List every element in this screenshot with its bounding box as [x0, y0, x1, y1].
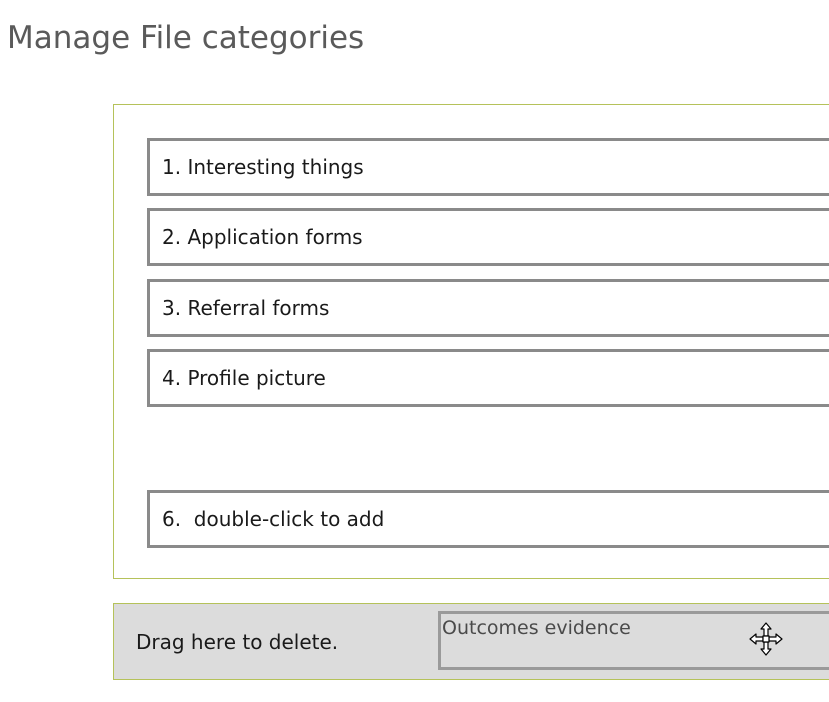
delete-drop-zone[interactable]: Drag here to delete. Outcomes evidence — [113, 603, 829, 680]
category-item-interesting-things[interactable]: 1. Interesting things — [147, 138, 829, 196]
delete-zone-label: Drag here to delete. — [136, 630, 339, 654]
category-item-label: 2. Application forms — [162, 225, 363, 249]
category-item-label: 1. Interesting things — [162, 155, 364, 179]
category-list-panel[interactable]: 1. Interesting things 2. Application for… — [113, 104, 829, 579]
move-cursor-icon — [749, 622, 783, 656]
category-item-referral-forms[interactable]: 3. Referral forms — [147, 279, 829, 337]
category-item-label: 6. double-click to add — [162, 507, 385, 531]
page-title: Manage File categories — [7, 20, 365, 56]
category-item-add-new[interactable]: 6. double-click to add — [147, 490, 829, 548]
category-item-application-forms[interactable]: 2. Application forms — [147, 208, 829, 266]
dragged-category-label: Outcomes evidence — [442, 617, 631, 639]
category-item-label: 4. Profile picture — [162, 366, 326, 390]
category-item-profile-picture[interactable]: 4. Profile picture — [147, 349, 829, 407]
category-item-label: 3. Referral forms — [162, 296, 330, 320]
